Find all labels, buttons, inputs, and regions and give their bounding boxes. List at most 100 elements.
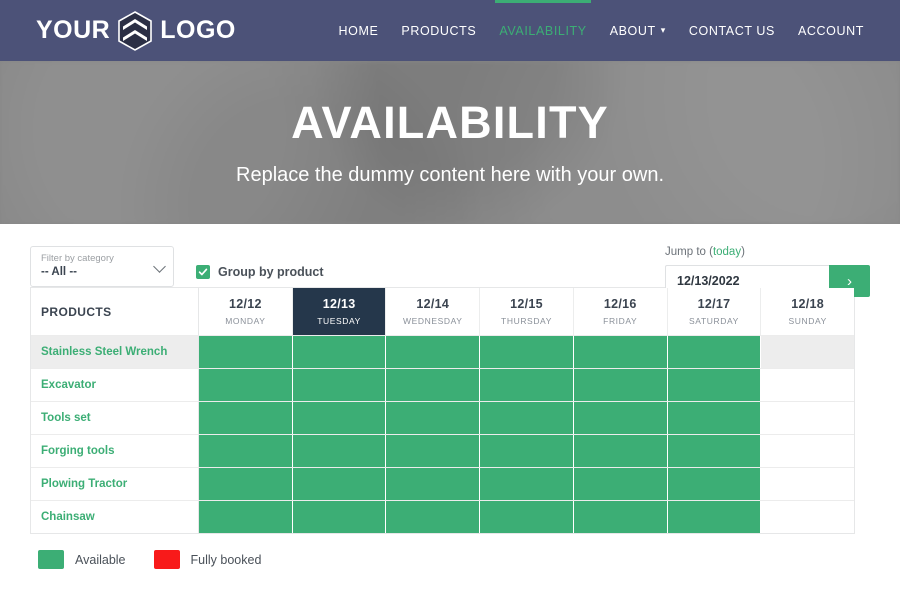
availability-cell-available[interactable] bbox=[573, 501, 668, 533]
nav-item-contact-us-label: CONTACT US bbox=[688, 23, 775, 38]
jump-to-label-prefix: Jump to ( bbox=[665, 246, 713, 258]
availability-cell-available[interactable] bbox=[292, 501, 387, 533]
group-by-product-checkbox[interactable] bbox=[196, 264, 210, 279]
availability-cell-available[interactable] bbox=[573, 369, 668, 401]
availability-cell-available[interactable] bbox=[573, 468, 668, 500]
availability-cell-available[interactable] bbox=[667, 369, 762, 401]
availability-cell-available[interactable] bbox=[667, 501, 762, 533]
day-header-12-15[interactable]: 12/15 THURSDAY bbox=[480, 288, 574, 335]
day-header-12-17[interactable]: 12/17 SATURDAY bbox=[667, 288, 762, 335]
legend-swatch-fully-booked bbox=[153, 550, 180, 569]
availability-cell-available[interactable] bbox=[386, 402, 481, 434]
nav-item-home[interactable]: HOME bbox=[339, 0, 379, 61]
category-filter-value: -- All -- bbox=[41, 266, 77, 278]
product-name-cell[interactable]: Excavator bbox=[31, 369, 199, 401]
legend-swatch-available bbox=[38, 550, 64, 569]
brand-word-right: LOGO bbox=[160, 16, 236, 44]
day-header-name: WEDNESDAY bbox=[403, 316, 463, 326]
brand-logo[interactable]: YOUR LOGO bbox=[36, 10, 236, 51]
availability-slots bbox=[199, 501, 854, 533]
availability-cell-empty[interactable] bbox=[761, 435, 854, 467]
availability-cell-available[interactable] bbox=[292, 402, 387, 434]
group-by-product-checkbox-row[interactable]: Group by product bbox=[196, 264, 324, 279]
availability-slots bbox=[199, 369, 854, 401]
day-header-12-13-today[interactable]: 12/13 TUESDAY bbox=[292, 288, 387, 335]
availability-cell-available[interactable] bbox=[386, 369, 481, 401]
availability-cell-available[interactable] bbox=[480, 336, 574, 368]
availability-cell-available[interactable] bbox=[292, 468, 387, 500]
availability-slots bbox=[199, 435, 854, 467]
availability-cell-empty[interactable] bbox=[761, 468, 854, 500]
nav-item-products[interactable]: PRODUCTS bbox=[401, 0, 476, 61]
nav-item-availability[interactable]: AVAILABILITY bbox=[495, 0, 592, 61]
day-header-name: FRIDAY bbox=[603, 316, 638, 326]
availability-slots bbox=[199, 468, 854, 500]
product-name-label: Chainsaw bbox=[41, 511, 95, 523]
availability-cell-available[interactable] bbox=[199, 435, 293, 467]
availability-cell-available[interactable] bbox=[667, 435, 762, 467]
day-header-date: 12/16 bbox=[603, 297, 637, 311]
day-header-12-16[interactable]: 12/16 FRIDAY bbox=[573, 288, 668, 335]
product-name-cell[interactable]: Forging tools bbox=[31, 435, 199, 467]
availability-cell-available[interactable] bbox=[386, 435, 481, 467]
availability-cell-available[interactable] bbox=[199, 369, 293, 401]
legend: Available Fully booked bbox=[30, 534, 870, 569]
calendar-header-row: PRODUCTS 12/12 MONDAY 12/13 TUESDAY 12/1… bbox=[31, 287, 855, 335]
calendar-body: Stainless Steel Wrench Excavator Tools set… bbox=[31, 335, 854, 533]
availability-cell-available[interactable] bbox=[480, 369, 574, 401]
calendar-product-row: Forging tools bbox=[31, 434, 854, 467]
day-header-12-12[interactable]: 12/12 MONDAY bbox=[199, 288, 293, 335]
availability-cell-available[interactable] bbox=[199, 501, 293, 533]
main-content: Filter by category -- All -- Group by pr… bbox=[0, 224, 900, 569]
nav-item-about[interactable]: ABOUT ▾ bbox=[610, 0, 666, 61]
jump-to-today-link[interactable]: today bbox=[713, 246, 741, 258]
availability-cell-available[interactable] bbox=[292, 435, 387, 467]
legend-item-available: Available bbox=[38, 550, 126, 569]
availability-cell-available[interactable] bbox=[199, 468, 293, 500]
availability-cell-available[interactable] bbox=[667, 468, 762, 500]
nav-item-contact-us[interactable]: CONTACT US bbox=[689, 0, 775, 61]
availability-cell-empty[interactable] bbox=[761, 369, 854, 401]
day-header-name: SATURDAY bbox=[689, 316, 739, 326]
day-header-12-18[interactable]: 12/18 SUNDAY bbox=[761, 288, 855, 335]
availability-cell-empty[interactable] bbox=[761, 402, 854, 434]
availability-cell-available[interactable] bbox=[199, 336, 293, 368]
availability-cell-empty[interactable] bbox=[761, 336, 854, 368]
nav-item-account[interactable]: ACCOUNT bbox=[798, 0, 864, 61]
legend-label-available: Available bbox=[75, 552, 126, 567]
availability-cell-available[interactable] bbox=[292, 336, 387, 368]
day-header-12-14[interactable]: 12/14 WEDNESDAY bbox=[386, 288, 481, 335]
availability-cell-available[interactable] bbox=[480, 468, 574, 500]
products-column-header-label: PRODUCTS bbox=[41, 304, 112, 319]
availability-cell-available[interactable] bbox=[573, 336, 668, 368]
product-name-cell[interactable]: Tools set bbox=[31, 402, 199, 434]
chevron-shield-logo-icon bbox=[118, 10, 153, 51]
product-name-cell[interactable]: Plowing Tractor bbox=[31, 468, 199, 500]
availability-cell-empty[interactable] bbox=[761, 501, 854, 533]
availability-cell-available[interactable] bbox=[386, 501, 481, 533]
availability-cell-available[interactable] bbox=[480, 501, 574, 533]
availability-cell-available[interactable] bbox=[292, 369, 387, 401]
availability-cell-available[interactable] bbox=[480, 435, 574, 467]
page-title: AVAILABILITY bbox=[291, 97, 609, 149]
product-name-label: Tools set bbox=[41, 412, 91, 424]
availability-cell-available[interactable] bbox=[386, 468, 481, 500]
jump-to-label-suffix: ) bbox=[741, 246, 745, 258]
availability-cell-available[interactable] bbox=[667, 402, 762, 434]
hero-subtitle: Replace the dummy content here with your… bbox=[236, 163, 664, 186]
products-column-header: PRODUCTS bbox=[31, 288, 199, 335]
availability-cell-available[interactable] bbox=[667, 336, 762, 368]
availability-cell-available[interactable] bbox=[480, 402, 574, 434]
availability-cell-available[interactable] bbox=[573, 402, 668, 434]
product-name-cell[interactable]: Chainsaw bbox=[31, 501, 199, 533]
nav-item-home-label: HOME bbox=[338, 23, 379, 38]
availability-cell-available[interactable] bbox=[573, 435, 668, 467]
nav-item-products-label: PRODUCTS bbox=[401, 23, 477, 38]
chevron-down-icon: ▾ bbox=[660, 25, 666, 35]
availability-cell-available[interactable] bbox=[386, 336, 481, 368]
category-filter-select[interactable]: Filter by category -- All -- bbox=[30, 246, 174, 287]
day-header-name: SUNDAY bbox=[788, 316, 827, 326]
availability-cell-available[interactable] bbox=[199, 402, 293, 434]
controls-left-group: Filter by category -- All -- Group by pr… bbox=[30, 246, 324, 287]
product-name-cell[interactable]: Stainless Steel Wrench bbox=[31, 336, 199, 368]
